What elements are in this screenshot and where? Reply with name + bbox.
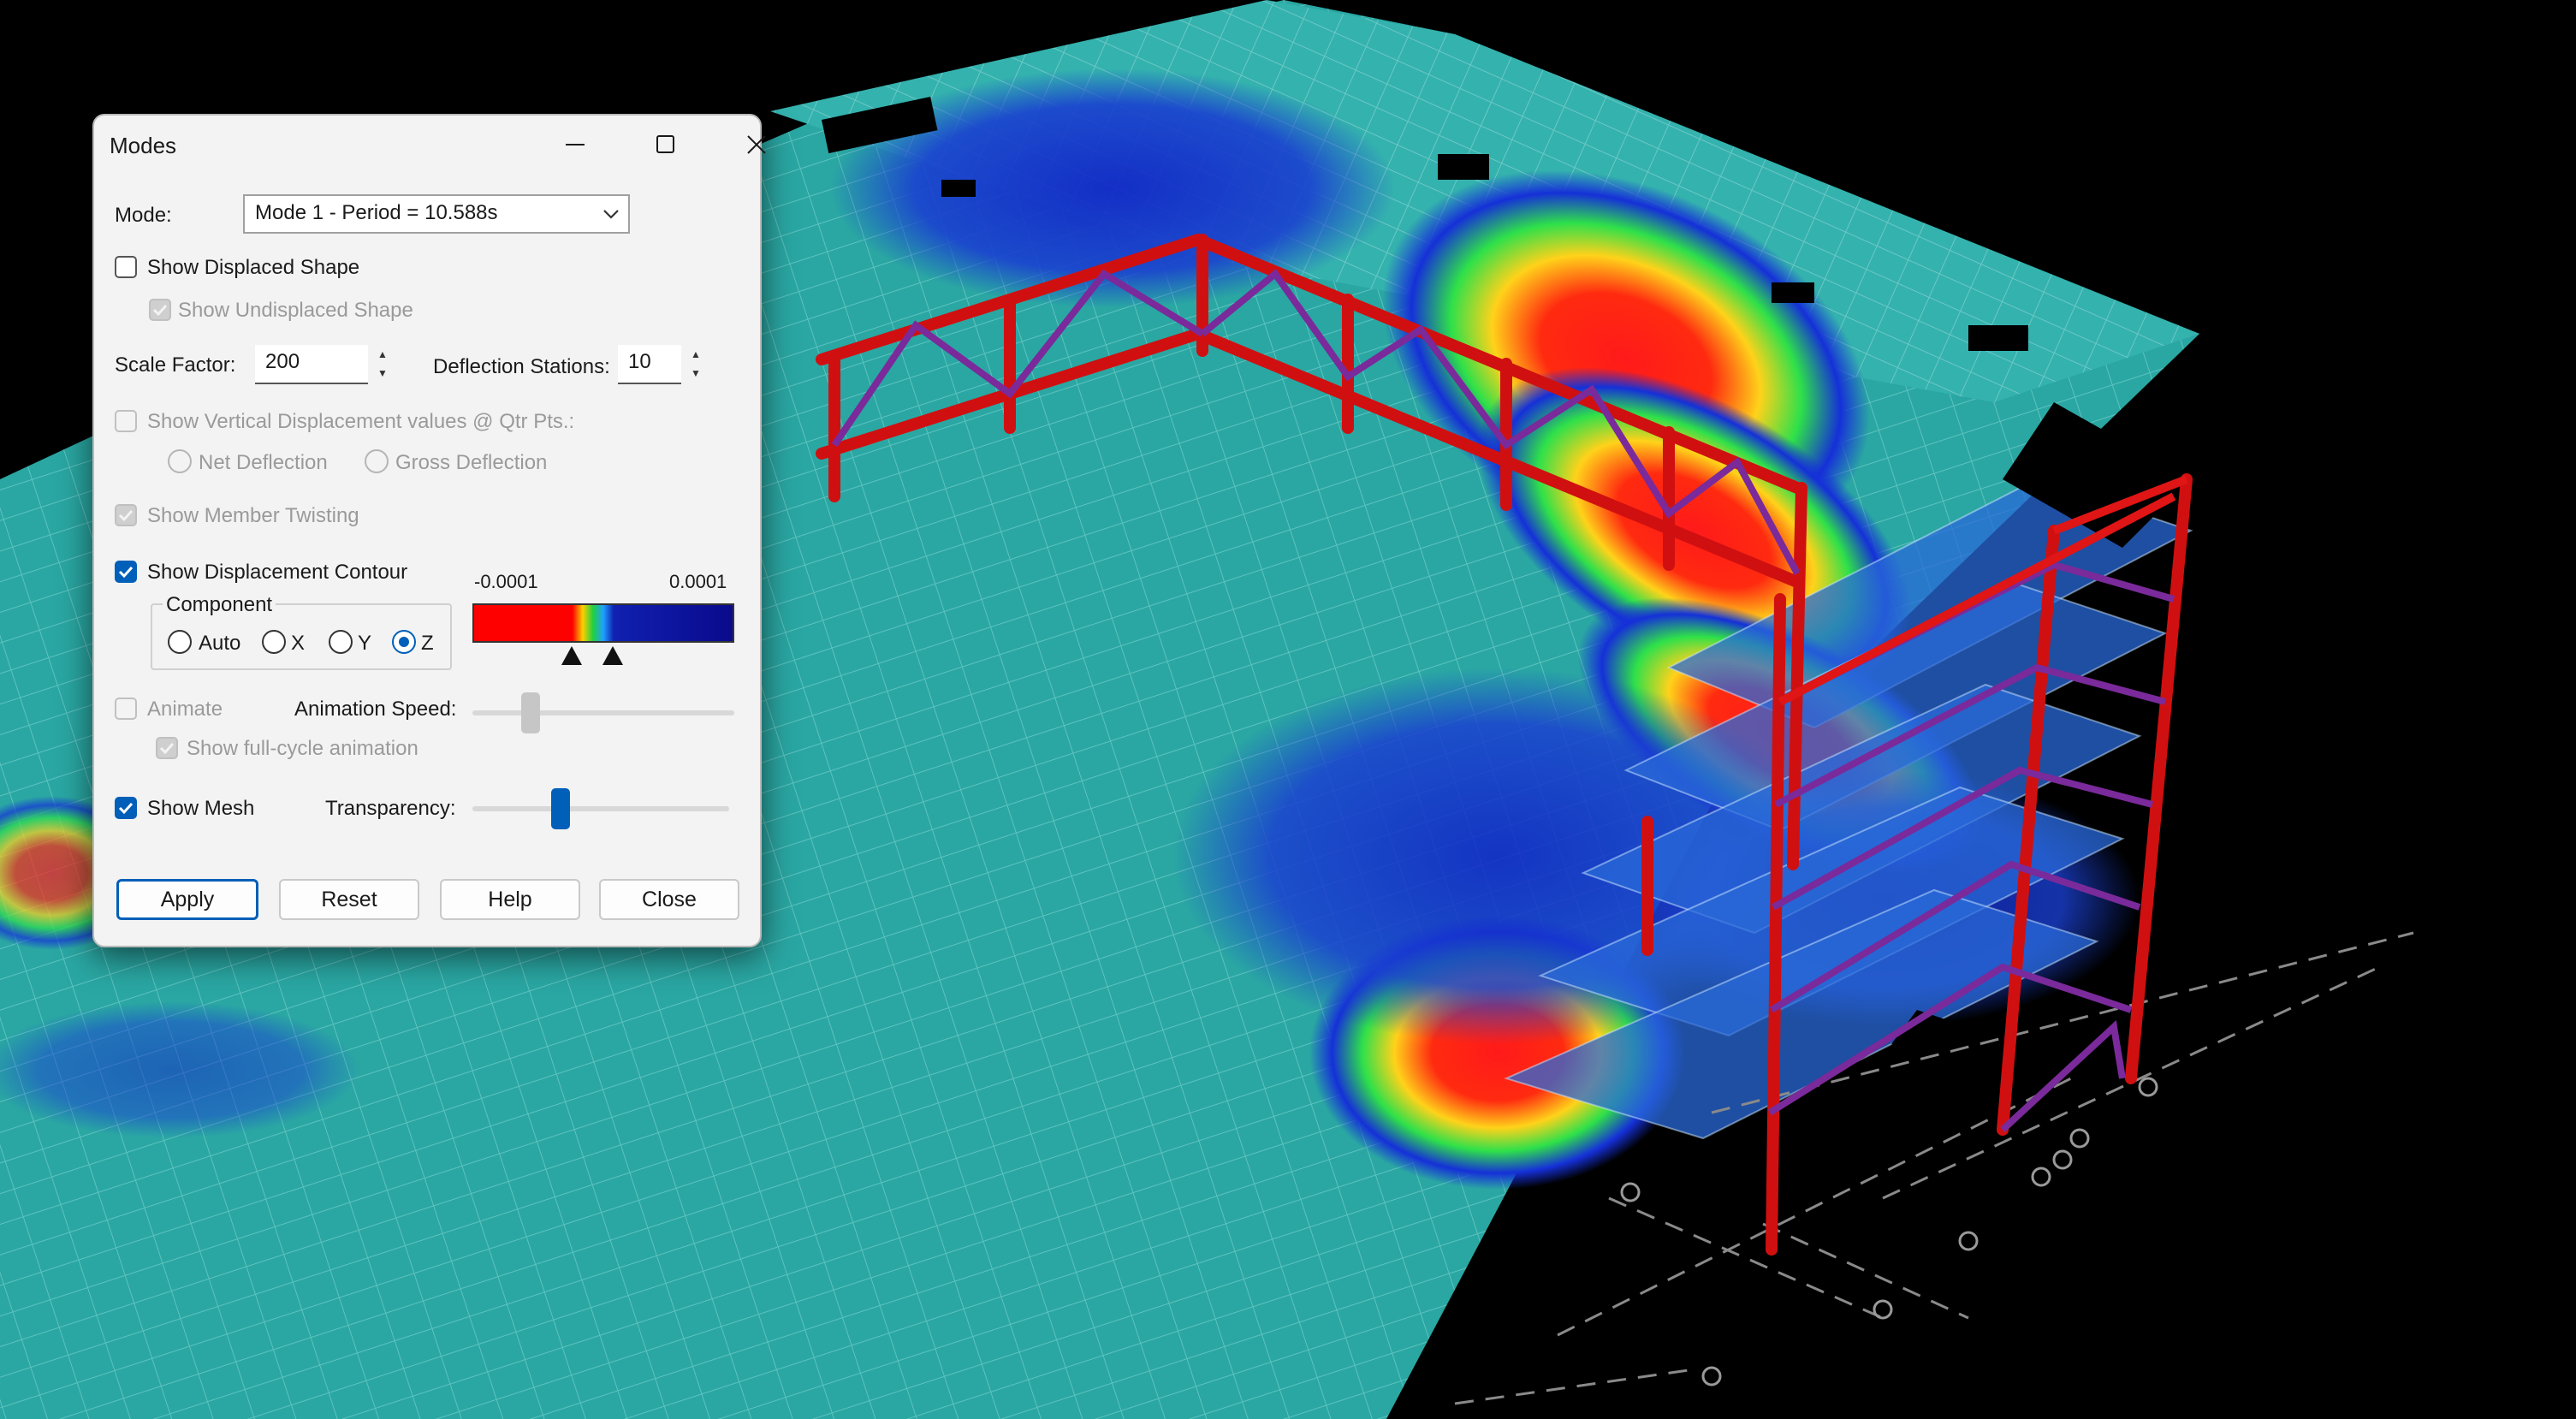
show-full-cycle-checkbox[interactable] [156, 737, 178, 759]
maximize-button[interactable] [623, 121, 709, 169]
animation-speed-track [472, 710, 734, 715]
net-deflection-label: Net Deflection [199, 451, 328, 474]
minimize-button[interactable] [532, 121, 618, 169]
scale-factor-input[interactable]: 200 [255, 345, 368, 384]
contour-lower-handle-icon[interactable] [561, 646, 582, 665]
show-vertical-displacement-checkbox[interactable] [115, 410, 137, 432]
show-displaced-shape-label: Show Displaced Shape [147, 256, 360, 279]
component-x-label: X [291, 632, 306, 655]
transparency-label: Transparency: [325, 797, 456, 820]
maximize-icon [656, 135, 674, 153]
spin-down-icon[interactable]: ▼ [683, 364, 709, 383]
close-button[interactable]: Close [599, 879, 739, 920]
help-button[interactable]: Help [440, 879, 580, 920]
show-mesh-checkbox[interactable] [115, 797, 137, 819]
contour-color-bar [472, 603, 734, 643]
checkmark-icon [118, 509, 134, 522]
close-window-button[interactable] [714, 121, 799, 169]
show-undisplaced-shape-label: Show Undisplaced Shape [178, 299, 413, 322]
scale-factor-label: Scale Factor: [115, 353, 236, 377]
show-member-twisting-checkbox[interactable] [115, 504, 137, 526]
dialog-title: Modes [110, 133, 177, 158]
contour-min-label: -0.0001 [474, 571, 538, 592]
checkmark-icon [118, 566, 134, 579]
chevron-down-icon [603, 210, 619, 219]
reset-button[interactable]: Reset [279, 879, 419, 920]
component-z-label: Z [421, 632, 434, 655]
contour-upper-handle-icon[interactable] [602, 646, 623, 665]
deflection-stations-spinner[interactable]: ▲ ▼ [683, 345, 709, 384]
show-mesh-label: Show Mesh [147, 797, 255, 820]
contour-max-label: 0.0001 [669, 571, 727, 592]
checkmark-icon [159, 742, 175, 755]
modes-dialog: Modes Mode: Mode 1 - Period = 10.588s Sh… [92, 114, 766, 947]
transparency-slider[interactable] [472, 788, 734, 829]
transparency-track [472, 806, 729, 811]
component-label: Component [163, 593, 276, 617]
animation-speed-label: Animation Speed: [294, 698, 457, 721]
component-auto-label: Auto [199, 632, 241, 655]
mode-value: Mode 1 - Period = 10.588s [255, 201, 498, 224]
animation-speed-thumb[interactable] [521, 692, 540, 733]
show-full-cycle-label: Show full-cycle animation [187, 737, 418, 760]
checkmark-icon [152, 304, 168, 317]
mode-label: Mode: [115, 204, 172, 227]
spin-up-icon[interactable]: ▲ [370, 345, 395, 364]
transparency-thumb[interactable] [551, 788, 570, 829]
component-z-radio[interactable] [392, 630, 416, 654]
show-member-twisting-label: Show Member Twisting [147, 504, 359, 527]
deflection-stations-label: Deflection Stations: [433, 355, 610, 378]
mode-dropdown[interactable]: Mode 1 - Period = 10.588s [243, 194, 630, 234]
scale-factor-spinner[interactable]: ▲ ▼ [370, 345, 395, 384]
checkmark-icon [118, 802, 134, 815]
spin-down-icon[interactable]: ▼ [370, 364, 395, 383]
animate-label: Animate [147, 698, 223, 721]
show-vertical-displacement-label: Show Vertical Displacement values @ Qtr … [147, 410, 575, 433]
spin-up-icon[interactable]: ▲ [683, 345, 709, 364]
component-y-radio[interactable] [329, 630, 353, 654]
component-y-label: Y [358, 632, 372, 655]
animation-speed-slider[interactable] [472, 692, 734, 733]
gross-deflection-label: Gross Deflection [395, 451, 548, 474]
show-undisplaced-shape-checkbox[interactable] [149, 299, 171, 321]
show-displaced-shape-checkbox[interactable] [115, 256, 137, 278]
deflection-stations-input[interactable]: 10 [618, 345, 681, 384]
gross-deflection-radio[interactable] [365, 449, 389, 473]
close-icon [747, 135, 766, 154]
show-displacement-contour-label: Show Displacement Contour [147, 561, 408, 584]
apply-button[interactable]: Apply [116, 879, 258, 920]
component-x-radio[interactable] [262, 630, 286, 654]
minimize-icon [566, 144, 585, 145]
show-displacement-contour-checkbox[interactable] [115, 561, 137, 583]
animate-checkbox[interactable] [115, 698, 137, 720]
component-auto-radio[interactable] [168, 630, 192, 654]
net-deflection-radio[interactable] [168, 449, 192, 473]
